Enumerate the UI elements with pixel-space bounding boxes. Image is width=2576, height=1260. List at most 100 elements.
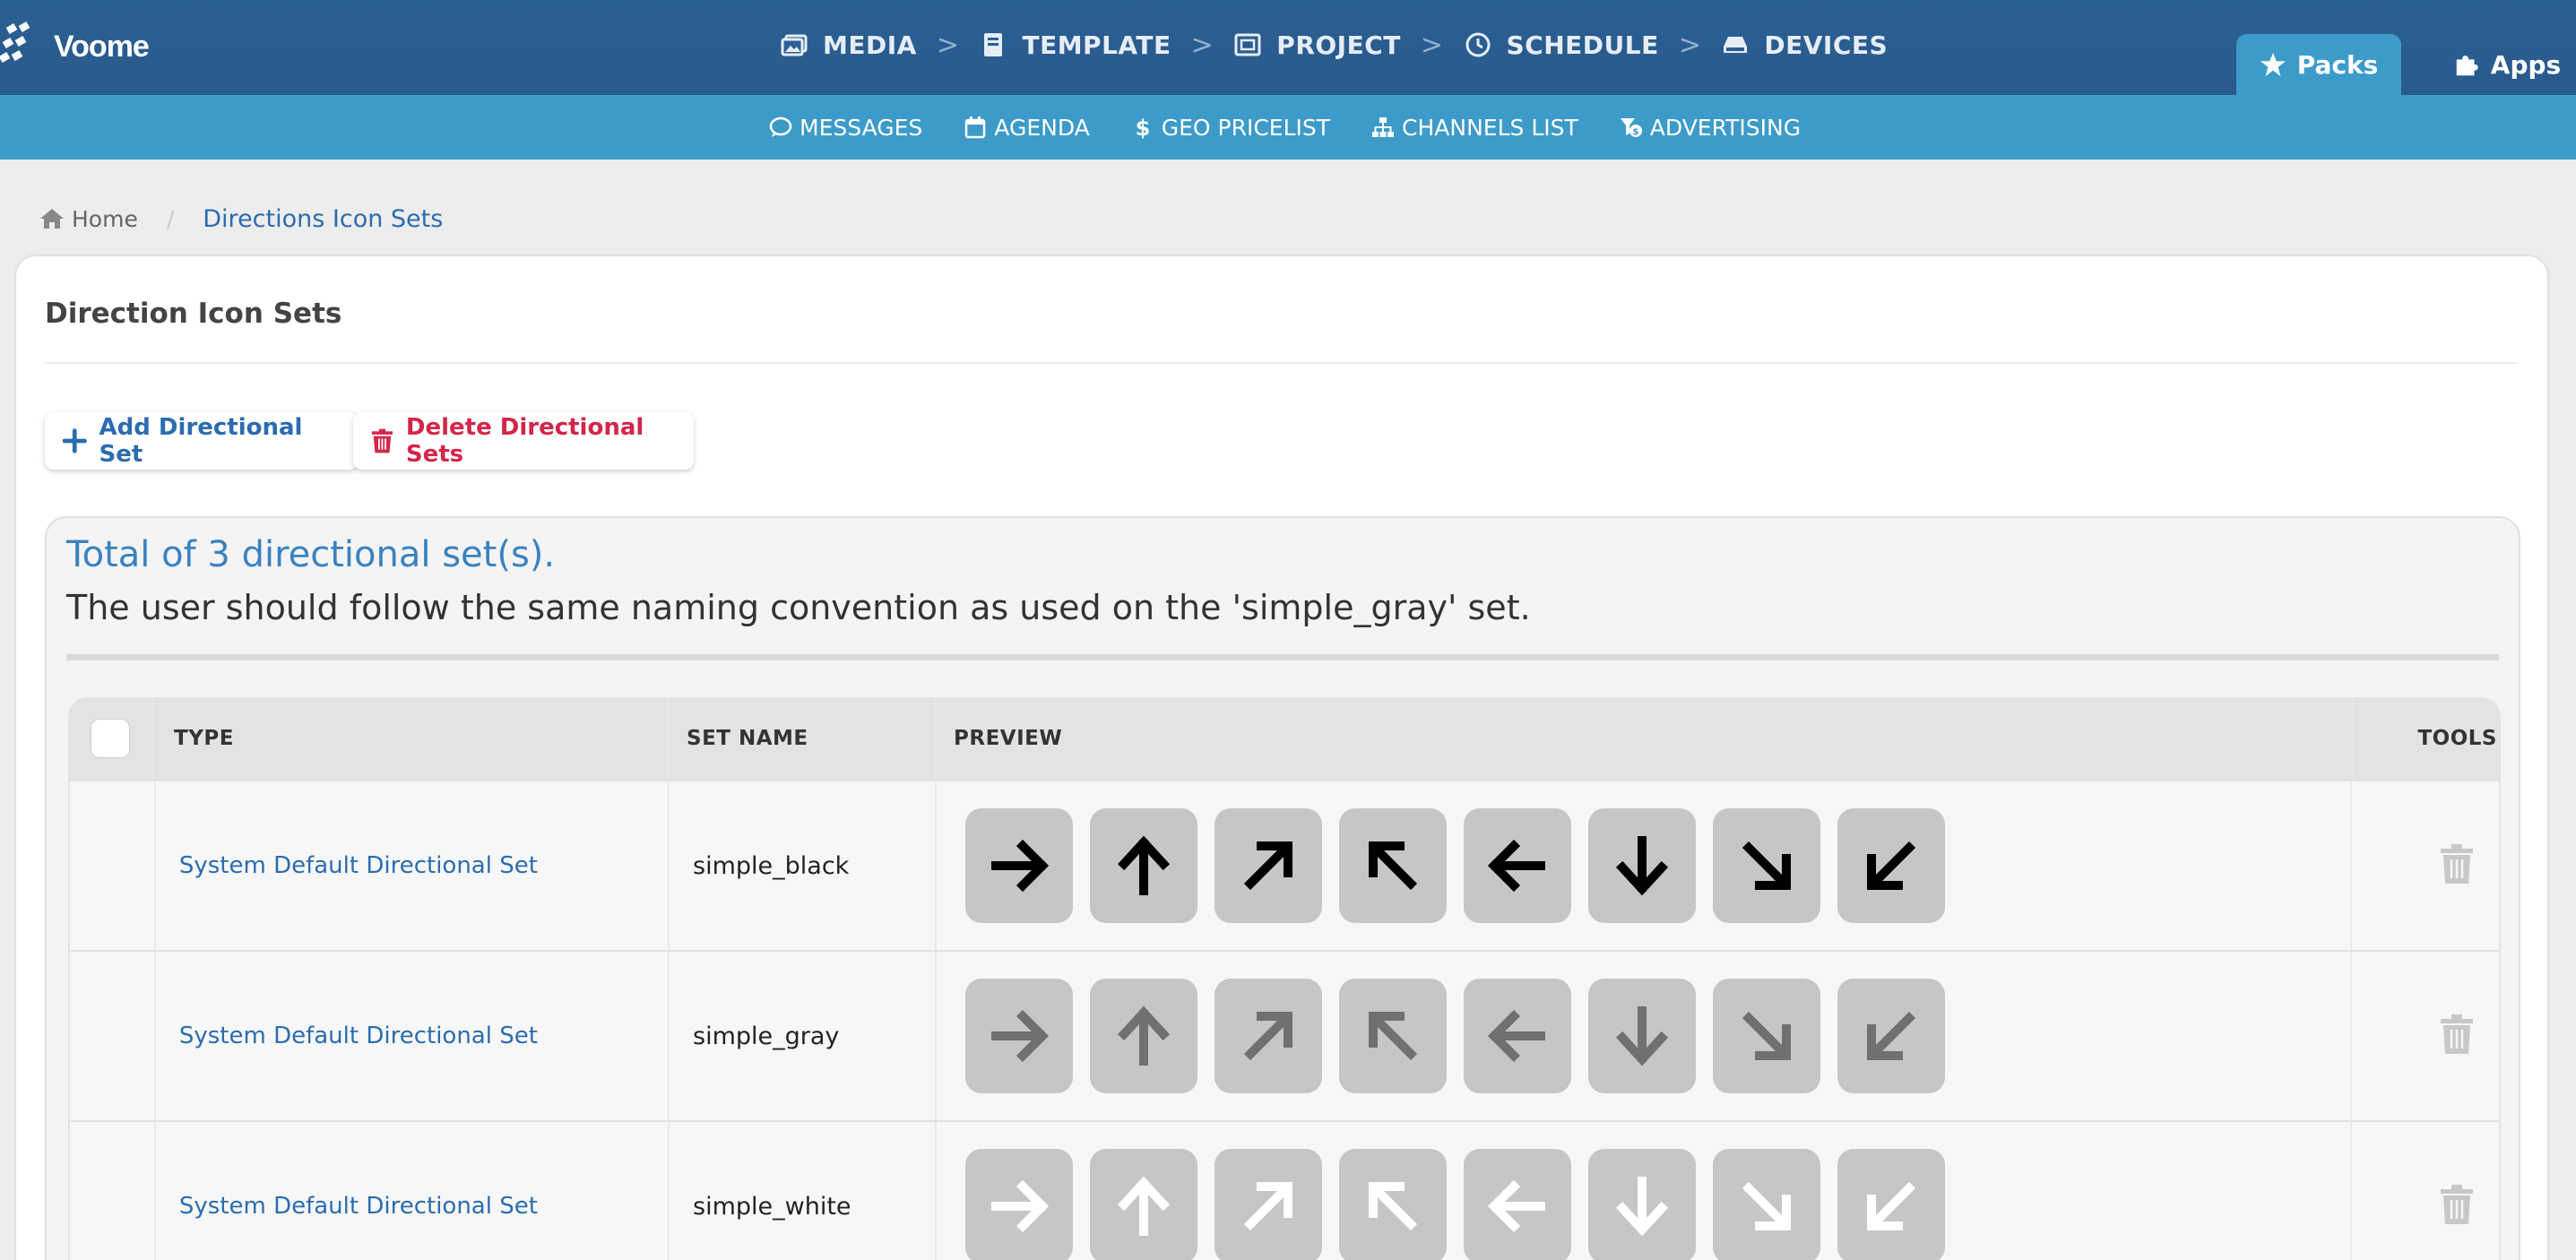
delete-button-label: Delete Directional Sets (405, 414, 644, 468)
subnav-channels-list[interactable]: CHANNELS LIST (1371, 115, 1578, 141)
delete-row-button[interactable] (2440, 1014, 2474, 1057)
clock-icon (1465, 32, 1491, 57)
row-preview (937, 952, 2353, 1120)
trash-icon (2441, 1014, 2473, 1054)
preview-tile (1338, 808, 1447, 923)
preview-tile (1463, 1149, 1571, 1260)
row-select-cell[interactable] (70, 1122, 156, 1260)
arrow-down-icon (1615, 836, 1668, 896)
dollar-icon: $ (1135, 116, 1150, 139)
table-row[interactable]: System Default Directional Set simple_gra… (68, 950, 2501, 1120)
nav-separator: > (936, 29, 960, 61)
table-row[interactable]: System Default Directional Set simple_whi… (68, 1120, 2501, 1260)
trash-icon (2441, 1185, 2473, 1224)
row-set-name: simple_white (670, 1122, 937, 1260)
arrow-down-icon (1615, 1177, 1668, 1237)
subnav-channels-list-label: CHANNELS LIST (1402, 114, 1578, 141)
trash-icon (371, 428, 393, 453)
brand-logo[interactable]: Voome (0, 20, 150, 73)
subnav-agenda-label: AGENDA (994, 114, 1090, 141)
logo-mark-icon (0, 22, 30, 63)
header-type[interactable]: TYPE (154, 697, 669, 780)
arrow-right-icon (990, 1009, 1049, 1063)
nav-schedule[interactable]: SCHEDULE (1464, 30, 1659, 60)
nav-devices[interactable]: DEVICES (1721, 30, 1888, 60)
row-preview (937, 1122, 2353, 1260)
arrow-down-icon (1615, 1006, 1668, 1066)
preview-tile (1089, 1149, 1197, 1260)
tab-apps-label: Apps (2490, 49, 2562, 80)
header-set-name[interactable]: SET NAME (669, 697, 936, 780)
row-select-cell[interactable] (70, 781, 156, 950)
preview-tile (1712, 1149, 1820, 1260)
arrow-down-right-icon (1742, 1181, 1791, 1231)
hard-drive-icon (1724, 37, 1748, 53)
row-set-name: simple_black (670, 781, 937, 950)
star-icon (2260, 52, 2286, 77)
arrow-up-right-icon (1243, 1011, 1292, 1061)
subnav-geo-pricelist-label: GEO PRICELIST (1161, 114, 1331, 141)
funnel-dollar-icon: $ (1620, 118, 1642, 137)
row-select-cell[interactable] (70, 952, 156, 1120)
row-preview (937, 781, 2353, 950)
arrow-up-right-icon (1243, 1181, 1292, 1231)
add-button-label: Add Directional Set (99, 414, 303, 468)
nav-template[interactable]: TEMPLATE (979, 30, 1171, 60)
images-icon (781, 34, 808, 56)
naming-note-text: The user should follow the same naming c… (66, 588, 1531, 627)
subnav-messages-label: MESSAGES (800, 114, 923, 141)
delete-directional-sets-button[interactable]: Delete Directional Sets (353, 412, 694, 470)
preview-tile (1214, 808, 1322, 923)
main-card: Direction Icon Sets Add Directional Set … (16, 256, 2547, 1260)
arrow-down-left-icon (1866, 841, 1915, 891)
total-count-text: Total of 3 directional set(s). (66, 534, 556, 575)
arrow-up-left-icon (1368, 1181, 1417, 1231)
sub-navbar: MESSAGES AGENDA $ GEO PRICELIST CHANNELS… (0, 95, 2576, 160)
row-type-link[interactable]: System Default Directional Set (156, 781, 670, 950)
row-tools (2352, 952, 2499, 1120)
row-type-link[interactable]: System Default Directional Set (156, 952, 670, 1120)
nav-template-label: TEMPLATE (1022, 30, 1171, 60)
tab-packs[interactable]: Packs (2236, 34, 2401, 95)
subnav-agenda[interactable]: AGENDA (964, 114, 1090, 141)
table-header: TYPE SET NAME PREVIEW TOOLS (68, 697, 2501, 780)
main-nav: MEDIA > TEMPLATE > PROJECT > SCHEDULE > … (780, 25, 1888, 65)
delete-row-button[interactable] (2440, 844, 2474, 887)
tab-apps[interactable]: Apps (2438, 34, 2576, 95)
nav-project[interactable]: PROJECT (1233, 30, 1401, 60)
preview-tile (1338, 1149, 1447, 1260)
preview-tile (1089, 808, 1197, 923)
preview-tile (1089, 979, 1197, 1093)
row-tools (2352, 1122, 2499, 1260)
nav-schedule-label: SCHEDULE (1506, 30, 1659, 60)
table-row[interactable]: System Default Directional Set simple_bla… (68, 780, 2501, 950)
preview-tile (1587, 808, 1696, 923)
subnav-geo-pricelist[interactable]: $ GEO PRICELIST (1131, 115, 1330, 141)
arrow-down-left-icon (1866, 1011, 1915, 1061)
select-all-checkbox[interactable] (91, 719, 130, 758)
comment-icon (769, 117, 792, 137)
sub-nav: MESSAGES AGENDA $ GEO PRICELIST CHANNELS… (769, 95, 1842, 160)
preview-tile (1837, 1149, 1945, 1260)
subnav-messages[interactable]: MESSAGES (769, 115, 922, 141)
arrow-left-icon (1487, 1009, 1545, 1063)
sitemap-icon (1372, 117, 1395, 137)
page-title: Direction Icon Sets (45, 298, 342, 330)
breadcrumb-current[interactable]: Directions Icon Sets (203, 205, 443, 233)
preview-tile (1837, 808, 1945, 923)
nav-separator: > (1420, 29, 1444, 61)
preview-tile (1338, 979, 1447, 1093)
subnav-advertising[interactable]: $ ADVERTISING (1620, 115, 1801, 141)
arrow-right-icon (990, 1179, 1049, 1233)
delete-row-button[interactable] (2440, 1185, 2474, 1228)
row-type-link[interactable]: System Default Directional Set (156, 1122, 670, 1260)
preview-tile (1587, 979, 1696, 1093)
nav-media[interactable]: MEDIA (780, 30, 917, 60)
add-directional-set-button[interactable]: Add Directional Set (45, 412, 359, 470)
trash-icon (2441, 844, 2473, 884)
arrow-up-icon (1117, 1176, 1170, 1236)
subnav-advertising-label: ADVERTISING (1649, 114, 1802, 141)
preview-tile (1463, 979, 1571, 1093)
header-preview: PREVIEW (936, 697, 2354, 780)
breadcrumb-home[interactable]: Home (39, 206, 138, 232)
